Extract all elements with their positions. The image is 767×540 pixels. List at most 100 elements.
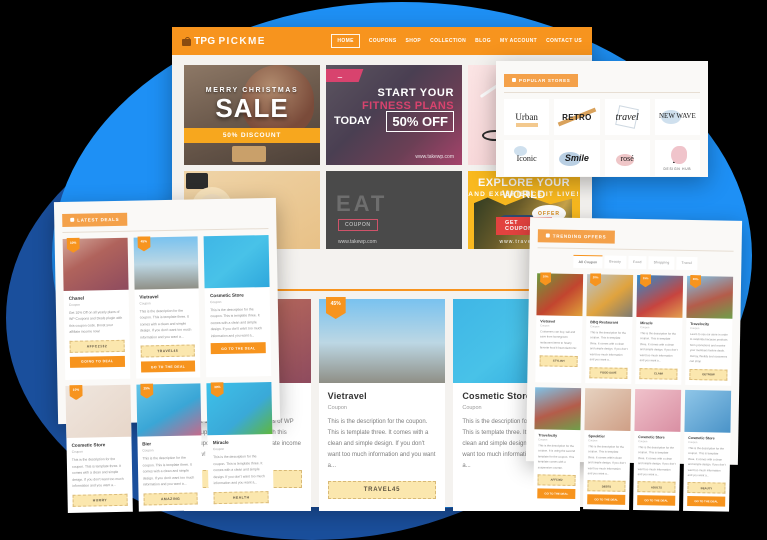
discount-badge: 30%	[690, 275, 701, 288]
trending-go-button[interactable]: GO TO THE DEAL	[587, 494, 626, 506]
trending-code-button[interactable]: BEAUTY	[687, 482, 726, 495]
deal-card[interactable]: 45% Vietravel Coupon This is the descrip…	[133, 236, 201, 379]
dumbbell-icon: ⚊	[326, 69, 364, 82]
banner-eat-cta[interactable]: COUPON	[338, 219, 378, 231]
nav-item-my-account[interactable]: MY ACCOUNT	[500, 38, 537, 44]
trending-card-description: This is the description for the coupon. …	[589, 330, 628, 362]
trending-card[interactable]: Cosmetic Store Coupon This is the descri…	[633, 388, 682, 512]
store-logo-smile[interactable]: Smile	[554, 140, 600, 176]
store-name: NEW WAVE	[659, 112, 696, 121]
coupon-card[interactable]: 45% Vietravel Coupon This is the descrip…	[318, 297, 446, 512]
trending-card[interactable]: 10% Vietravel Coupon Customers can buy, …	[535, 273, 584, 383]
popular-stores-tag-label: POPULAR STORES	[519, 77, 571, 83]
trending-card-subtitle: Coupon	[688, 440, 698, 444]
deal-code-button[interactable]: TRAVEL45	[140, 344, 196, 358]
deal-card[interactable]: 30% Miracle Coupon This is the descripti…	[206, 382, 274, 510]
trending-card[interactable]: Travelocity Coupon This is the descripti…	[533, 387, 582, 510]
store-logo-rose[interactable]: rosé	[604, 140, 650, 176]
deal-card-description: This is the description for the coupon. …	[210, 307, 263, 339]
coupon-code-button[interactable]: TRAVEL45	[327, 481, 437, 500]
deal-card-image: 10%	[62, 238, 129, 291]
trending-card-subtitle: Coupon	[590, 325, 600, 329]
store-logo-grid: Urban RETRO travel NEW WAVE Iconic Smile…	[504, 99, 700, 176]
trending-card[interactable]: 20% BBQ Restaurant Coupon This is the de…	[585, 274, 634, 384]
banner-christmas-line2: SALE	[215, 93, 289, 123]
trending-code-button[interactable]: FOOD SAVE	[589, 366, 628, 379]
discount-badge: 30%	[211, 382, 224, 397]
trending-code-button[interactable]: CLAIM	[639, 367, 678, 380]
deal-go-button[interactable]: GO TO THE DEAL	[140, 360, 196, 373]
deal-code-button[interactable]: AMAZING	[143, 492, 199, 506]
deal-card[interactable]: Cosmetic Store Coupon This is the descri…	[203, 235, 272, 378]
nav-item-contact-us[interactable]: CONTACT US	[546, 38, 582, 44]
trending-card-description: Learn to use our store in order to celeb…	[689, 331, 728, 364]
deal-go-button[interactable]: GOING TO DEAL	[69, 355, 125, 368]
trending-code-button[interactable]: ADULTS	[637, 481, 676, 494]
nav-item-home[interactable]: HOME	[331, 34, 360, 48]
site-header: TPG PICKME HOME COUPONS SHOP COLLECTION …	[172, 27, 592, 55]
trending-card[interactable]: 30% Travelocity Coupon Learn to use our …	[685, 275, 734, 386]
deal-card-subtitle: Coupon	[68, 302, 81, 307]
deal-go-button[interactable]: GO TO THE DEAL	[210, 342, 266, 355]
deal-code-button[interactable]: HURRY	[72, 493, 128, 507]
store-logo-urban[interactable]: Urban	[504, 99, 550, 135]
deal-card-image	[203, 235, 270, 289]
discount-badge: 25%	[140, 384, 153, 399]
deal-card-subtitle: Coupon	[71, 449, 83, 455]
trending-code-button[interactable]: STYLISH	[539, 355, 578, 367]
deal-card-title: Vietravel	[139, 294, 159, 300]
trending-card-image: 15%	[636, 275, 684, 318]
deal-code-button[interactable]: HEALTH	[213, 490, 269, 504]
trending-card[interactable]: Cosmetic Store Coupon This is the descri…	[683, 389, 732, 513]
tag-dot-icon	[70, 217, 75, 222]
store-name: travel	[615, 111, 639, 123]
deal-card-subtitle: Coupon	[142, 448, 154, 453]
trending-go-button[interactable]: GO TO THE DEAL	[637, 495, 676, 507]
deal-card-image: 30%	[206, 382, 273, 436]
trending-card-title: Spooktier	[588, 433, 605, 439]
trending-card[interactable]: Spooktier Coupon This is the description…	[583, 387, 632, 511]
latest-deals-panel: LATEST DEALS 10% Chanel Coupon Get 10% O…	[53, 197, 281, 513]
nav-item-shop[interactable]: SHOP	[406, 38, 422, 44]
banner-fitness-line1: START YOUR	[377, 87, 454, 99]
deal-card[interactable]: 25% Bier Coupon This is the description …	[136, 384, 204, 512]
deal-card[interactable]: 10% Chanel Coupon Get 10% Off on all yea…	[62, 238, 130, 381]
nav-item-blog[interactable]: BLOG	[475, 38, 491, 44]
site-logo[interactable]: TPG PICKME	[182, 36, 266, 47]
popular-stores-panel: POPULAR STORES Urban RETRO travel NEW WA…	[496, 61, 708, 177]
store-logo-new-wave[interactable]: NEW WAVE	[654, 99, 700, 135]
store-logo-design-hub[interactable]: A DESIGN HUB	[654, 140, 700, 176]
nav-item-coupons[interactable]: COUPONS	[369, 38, 397, 44]
deal-code-button[interactable]: AFFC2132	[69, 339, 125, 353]
trending-card[interactable]: 15% Miracle Coupon This is the descripti…	[635, 275, 684, 385]
trending-offers-panel: TRENDING OFFERS All Coupon Beauty Food S…	[525, 217, 743, 513]
deal-card-image: 45%	[133, 236, 199, 290]
tab-travel[interactable]: Travel	[676, 256, 698, 271]
store-logo-travel[interactable]: travel	[604, 99, 650, 135]
discount-badge: 10%	[69, 385, 82, 400]
deal-card[interactable]: 10% Cosmetic Store Coupon This is the de…	[65, 385, 133, 513]
banner-christmas-sale[interactable]: MERRY CHRISTMAS SALE 50% DISCOUNT	[184, 65, 320, 165]
deal-card-title: Chanel	[68, 295, 85, 301]
trending-code-button[interactable]: GETNOW	[689, 368, 728, 381]
tab-beauty[interactable]: Beauty	[604, 255, 627, 269]
trending-card-image	[634, 388, 682, 432]
store-logo-iconic[interactable]: Iconic	[504, 140, 550, 176]
tab-shopping[interactable]: Shopping	[648, 256, 675, 270]
trending-offers-tag-label: TRENDING OFFERS	[552, 233, 607, 240]
nav-item-collection[interactable]: COLLECTION	[430, 38, 466, 44]
deal-card-description: Get 10% Off on all yearly plans of WP Co…	[68, 309, 123, 335]
trending-go-button[interactable]: GO TO THE DEAL	[537, 488, 576, 499]
tab-all-coupon[interactable]: All Coupon	[573, 254, 603, 269]
store-logo-retro[interactable]: RETRO	[554, 99, 600, 135]
deal-card-description: This is the description for the coupon. …	[213, 454, 265, 486]
trending-go-button[interactable]: GO TO THE DEAL	[687, 496, 726, 508]
trending-card-subtitle: Coupon	[588, 438, 598, 443]
tag-dot-icon	[512, 78, 516, 82]
trending-code-button[interactable]: AFFC302	[537, 474, 576, 486]
trending-card-image	[684, 389, 732, 433]
tab-food[interactable]: Food	[627, 255, 647, 270]
banner-eat[interactable]: EAT COUPON www.takewp.com	[326, 171, 462, 249]
banner-fitness-plans[interactable]: ⚊ START YOUR FITNESS PLANS TODAY 50% OFF…	[326, 65, 462, 165]
trending-code-button[interactable]: DEBTS	[587, 480, 626, 493]
